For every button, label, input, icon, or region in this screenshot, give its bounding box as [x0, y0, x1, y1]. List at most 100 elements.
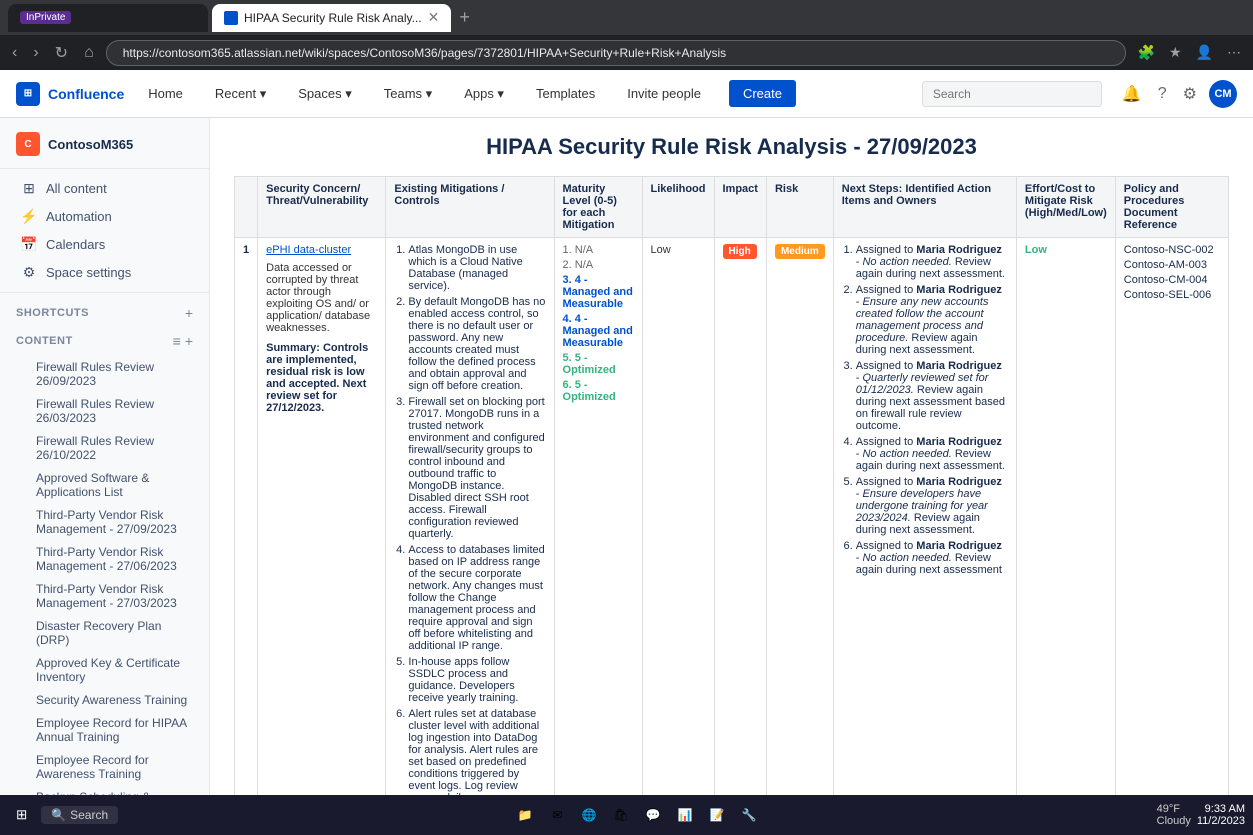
favorites-button[interactable]: ★ [1165, 42, 1186, 63]
sidebar-page-awareness[interactable]: Employee Record for Awareness Training [4, 749, 205, 785]
home-button[interactable]: ⌂ [80, 40, 98, 66]
maturity-1-5: 5. 5 - Optimized [563, 352, 616, 376]
nav-invite[interactable]: Invite people [619, 82, 709, 105]
search-input[interactable] [922, 81, 1102, 107]
sidebar-divider-1 [0, 168, 209, 169]
close-icon[interactable]: ✕ [428, 9, 440, 26]
policy-ref-1-4: Contoso-SEL-006 [1124, 289, 1220, 301]
maturity-1-6: 6. 5 - Optimized [563, 379, 616, 403]
nav-spaces[interactable]: Spaces ▾ [290, 82, 360, 106]
add-content-button[interactable]: + [185, 333, 193, 349]
step-1-4: Assigned to Maria Rodriguez - No action … [856, 436, 1008, 472]
mitigation-1-6: Alert rules set at database cluster leve… [408, 708, 545, 795]
new-tab-button[interactable]: + [459, 7, 470, 28]
forward-button[interactable]: › [29, 40, 42, 66]
taskbar-extra[interactable]: 🔧 [735, 801, 763, 829]
sidebar-item-label: Space settings [46, 265, 131, 280]
create-button[interactable]: Create [729, 80, 796, 107]
browser-actions: 🧩 ★ 👤 ⋯ [1134, 42, 1245, 63]
policy-ref-1-3: Contoso-CM-004 [1124, 274, 1220, 286]
add-shortcut-button[interactable]: + [185, 305, 193, 321]
clock: 9:33 AM 11/2/2023 [1197, 803, 1245, 827]
taskbar-store[interactable]: 🛍 [607, 801, 635, 829]
tab-bar: InPrivate HIPAA Security Rule Risk Analy… [0, 0, 1253, 35]
row-number-1: 1 [235, 238, 258, 796]
cell-impact-1: High [714, 238, 766, 796]
concern-summary-1: Summary: Controls are implemented, resid… [266, 342, 377, 414]
policy-ref-1-2: Contoso-AM-003 [1124, 259, 1220, 271]
sidebar-divider-2 [0, 292, 209, 293]
taskbar-word[interactable]: 📝 [703, 801, 731, 829]
step-1-5: Assigned to Maria Rodriguez - Ensure dev… [856, 476, 1008, 536]
settings-cog-button[interactable]: ⚙ [1179, 80, 1201, 108]
logo-icon: ⊞ [16, 82, 40, 106]
sidebar-page-security[interactable]: Security Awareness Training [4, 689, 205, 711]
th-effort: Effort/Cost to Mitigate Risk (High/Med/L… [1016, 177, 1115, 238]
th-concern: Security Concern/ Threat/Vulnerability [258, 177, 386, 238]
mitigation-1-2: By default MongoDB has no enabled access… [408, 296, 545, 392]
tab-hipaa[interactable]: HIPAA Security Rule Risk Analy... ✕ [212, 4, 451, 32]
grid-icon: ⊞ [20, 180, 38, 197]
search-icon: 🔍 [51, 808, 66, 822]
nav-teams[interactable]: Teams ▾ [376, 82, 440, 106]
tab-inprivate[interactable]: InPrivate [8, 4, 208, 32]
nav-home[interactable]: Home [140, 82, 191, 105]
sidebar-page-firewall-2[interactable]: Firewall Rules Review 26/03/2023 [4, 393, 205, 429]
settings-button[interactable]: ⋯ [1223, 42, 1245, 63]
back-button[interactable]: ‹ [8, 40, 21, 66]
content-wrapper: C ContosoM365 ⊞ All content ⚡ Automation… [0, 118, 1253, 795]
th-risk: Risk [766, 177, 833, 238]
sort-content-button[interactable]: ≡ [173, 333, 181, 349]
sidebar-page-software[interactable]: Approved Software & Applications List [4, 467, 205, 503]
weather-condition: Cloudy [1157, 815, 1191, 827]
cell-mitigations-1: Atlas MongoDB in use which is a Cloud Na… [386, 238, 554, 796]
sidebar-page-vendor-3[interactable]: Third-Party Vendor Risk Management - 27/… [4, 578, 205, 614]
concern-link-1[interactable]: ePHI data-cluster [266, 244, 377, 256]
sidebar-page-backup[interactable]: Backup Scheduling & Restore Procedure [4, 786, 205, 795]
th-mitigations: Existing Mitigations / Controls [386, 177, 554, 238]
sidebar-item-automation[interactable]: ⚡ Automation [4, 203, 205, 230]
avatar[interactable]: CM [1209, 80, 1237, 108]
sidebar-item-space-settings[interactable]: ⚙ Space settings [4, 259, 205, 286]
maturity-1-1: 1. N/A [563, 244, 594, 256]
confluence-logo: ⊞ Confluence [16, 82, 124, 106]
browser-chrome: InPrivate HIPAA Security Rule Risk Analy… [0, 0, 1253, 70]
help-button[interactable]: ? [1154, 81, 1171, 107]
taskbar-file-explorer[interactable]: 📁 [511, 801, 539, 829]
search-label: Search [70, 808, 108, 822]
nav-templates[interactable]: Templates [528, 82, 603, 105]
taskbar-search[interactable]: 🔍 Search [41, 806, 118, 824]
nav-apps[interactable]: Apps ▾ [456, 82, 512, 106]
mitigation-1-5: In-house apps follow SSDLC process and g… [408, 656, 545, 704]
taskbar-outlook[interactable]: 📊 [671, 801, 699, 829]
sidebar-page-firewall-1[interactable]: Firewall Rules Review 26/09/2023 [4, 356, 205, 392]
refresh-button[interactable]: ↻ [51, 39, 72, 67]
sidebar-item-all-content[interactable]: ⊞ All content [4, 175, 205, 202]
sidebar-page-vendor-1[interactable]: Third-Party Vendor Risk Management - 27/… [4, 504, 205, 540]
table-row: 1 ePHI data-cluster Data accessed or cor… [235, 238, 1229, 796]
sidebar-page-firewall-3[interactable]: Firewall Rules Review 26/10/2022 [4, 430, 205, 466]
cell-next-steps-1: Assigned to Maria Rodriguez - No action … [833, 238, 1016, 796]
profile-button[interactable]: 👤 [1192, 42, 1217, 63]
nav-recent[interactable]: Recent ▾ [207, 82, 274, 106]
taskbar-mail[interactable]: ✉ [543, 801, 571, 829]
sidebar-page-drp[interactable]: Disaster Recovery Plan (DRP) [4, 615, 205, 651]
taskbar-teams[interactable]: 💬 [639, 801, 667, 829]
maturity-1-2: 2. N/A [563, 259, 594, 271]
step-1-6: Assigned to Maria Rodriguez - No action … [856, 540, 1008, 576]
url-input[interactable] [106, 40, 1126, 66]
start-button[interactable]: ⊞ [8, 803, 35, 827]
app-container: ⊞ Confluence Home Recent ▾ Spaces ▾ Team… [0, 70, 1253, 795]
extensions-button[interactable]: 🧩 [1134, 42, 1159, 63]
sidebar-item-calendars[interactable]: 📅 Calendars [4, 231, 205, 258]
inprivate-badge: InPrivate [20, 11, 71, 24]
sidebar-page-hipaa-training[interactable]: Employee Record for HIPAA Annual Trainin… [4, 712, 205, 748]
policy-ref-1-1: Contoso-NSC-002 [1124, 244, 1220, 256]
sidebar-page-cert[interactable]: Approved Key & Certificate Inventory [4, 652, 205, 688]
address-bar: ‹ › ↻ ⌂ 🧩 ★ 👤 ⋯ [0, 35, 1253, 70]
sidebar-page-vendor-2[interactable]: Third-Party Vendor Risk Management - 27/… [4, 541, 205, 577]
workspace-header[interactable]: C ContosoM365 [0, 126, 209, 162]
cell-concern-1: ePHI data-cluster Data accessed or corru… [258, 238, 386, 796]
taskbar-browser[interactable]: 🌐 [575, 801, 603, 829]
notifications-button[interactable]: 🔔 [1118, 80, 1146, 108]
